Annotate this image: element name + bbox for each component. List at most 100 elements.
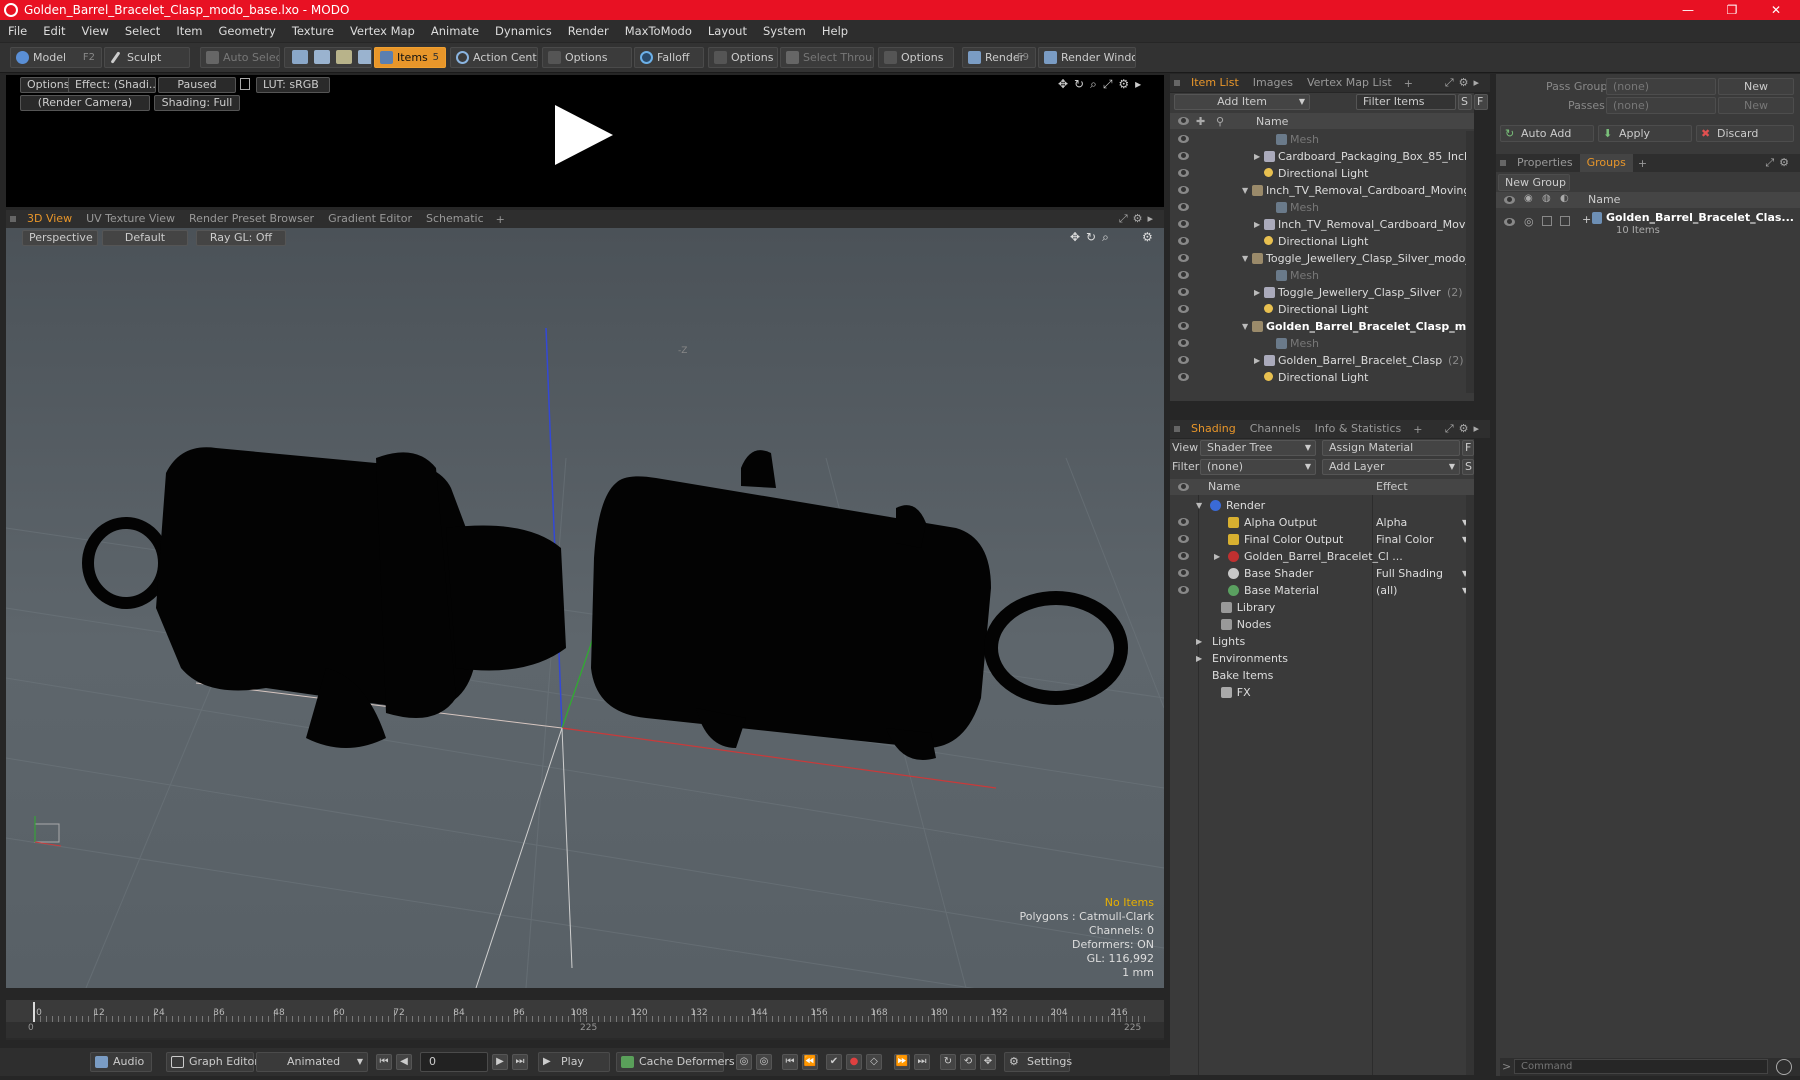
preview-nav-icons[interactable]: ✥↻⌕⤢⚙▸	[1058, 77, 1147, 92]
expand-arrow-icon[interactable]: ▶	[1254, 148, 1260, 165]
action-center-options-button[interactable]: Options	[542, 47, 632, 68]
tab-images[interactable]: Images	[1246, 74, 1300, 92]
select-through-button[interactable]: Select Through	[780, 47, 874, 68]
collapse-arrow-icon[interactable]: ▼	[1242, 318, 1248, 335]
tab-schematic[interactable]: Schematic	[419, 210, 491, 228]
visibility-eye-icon[interactable]	[1178, 237, 1189, 245]
menu-system[interactable]: System	[755, 20, 814, 42]
shader-effect[interactable]: Final Color	[1376, 531, 1434, 548]
shading-s-button[interactable]: S	[1462, 459, 1474, 475]
loop-icon[interactable]: ↻	[940, 1054, 956, 1070]
visibility-eye-icon[interactable]	[1178, 569, 1189, 577]
item-row[interactable]: ▶ Toggle_Jewellery_Clasp_Silver (2)	[1170, 284, 1470, 301]
item-row[interactable]: Directional Light	[1170, 165, 1470, 182]
tab-gradient-editor[interactable]: Gradient Editor	[321, 210, 419, 228]
expand-arrow-icon[interactable]: ▶	[1254, 284, 1260, 301]
edges-mode-icon[interactable]	[314, 50, 330, 64]
menu-item[interactable]: Item	[168, 20, 210, 42]
expand-arrow-icon[interactable]: ▶	[1254, 352, 1260, 369]
menu-dynamics[interactable]: Dynamics	[487, 20, 560, 42]
record-icon[interactable]: ●	[846, 1054, 862, 1070]
item-row[interactable]: ▶ Cardboard_Packaging_Box_85_Inch_...	[1170, 148, 1470, 165]
render-window-button[interactable]: Render Window	[1038, 47, 1136, 68]
prev-frame-icon[interactable]: ⏮	[782, 1054, 798, 1070]
tab-info-statistics[interactable]: Info & Statistics	[1308, 420, 1409, 438]
add-tab-button[interactable]: +	[1399, 77, 1418, 90]
lock-icon[interactable]	[240, 78, 250, 90]
tab-channels[interactable]: Channels	[1243, 420, 1308, 438]
graph-editor-button[interactable]: Graph Editor	[166, 1052, 259, 1072]
shader-row[interactable]: Library	[1170, 599, 1472, 616]
render-camera-dropdown[interactable]: (Render Camera)	[20, 95, 150, 111]
assign-material-button[interactable]: Assign Material	[1322, 440, 1460, 456]
expand-arrow-icon[interactable]: ▶	[1196, 650, 1202, 667]
key-tool-icon-2[interactable]: ◎	[756, 1054, 772, 1070]
itemlist-scrollbar[interactable]	[1466, 131, 1474, 393]
close-button[interactable]: ✕	[1754, 0, 1798, 20]
group-lock-checkbox[interactable]	[1542, 216, 1552, 226]
timeline-ruler[interactable]: 0 12 24 36 48 60 72 84 96 108 120 132 144 156 168 180 19…	[6, 1000, 1164, 1022]
action-center-button[interactable]: Action Center	[450, 47, 538, 68]
menu-layout[interactable]: Layout	[700, 20, 755, 42]
set-key-icon[interactable]: ✔	[826, 1054, 842, 1070]
viewport-nav-icons[interactable]: ✥↻⌕	[1070, 230, 1115, 245]
menu-vertex-map[interactable]: Vertex Map	[342, 20, 423, 42]
preview-effect-dropdown[interactable]: Effect: (Shadi...	[68, 77, 156, 93]
shader-tree-dropdown[interactable]: Shader Tree ▼	[1200, 440, 1316, 456]
lut-dropdown[interactable]: LUT: sRGB	[256, 77, 330, 93]
add-layer-dropdown[interactable]: Add Layer ▼	[1322, 459, 1460, 475]
goto-end-button[interactable]: ⏭	[512, 1054, 528, 1070]
group-render-icon[interactable]: ◎	[1524, 215, 1534, 228]
tab-3d-view[interactable]: 3D View	[20, 210, 79, 228]
new-pass-button[interactable]: New	[1718, 97, 1794, 114]
filter-dropdown[interactable]: (none) ▼	[1200, 459, 1316, 475]
tools-icon[interactable]: ✥	[980, 1054, 996, 1070]
item-row[interactable]: ▶ Golden_Barrel_Bracelet_Clasp (2)	[1170, 352, 1470, 369]
tab-vertex-map-list[interactable]: Vertex Map List	[1300, 74, 1399, 92]
group-row[interactable]: ◎ + Golden_Barrel_Bracelet_Clas... 10 It…	[1496, 210, 1800, 240]
audio-button[interactable]: Audio	[90, 1052, 152, 1072]
collapse-arrow-icon[interactable]: ▼	[1196, 497, 1202, 514]
new-group-button[interactable]: New Group	[1498, 174, 1570, 191]
filter-items-input[interactable]: Filter Items	[1356, 94, 1456, 110]
visibility-eye-icon[interactable]	[1178, 305, 1189, 313]
sync-icon[interactable]: ⟲	[960, 1054, 976, 1070]
tab-item-list[interactable]: Item List	[1184, 74, 1246, 92]
apply-button[interactable]: ⬇ Apply	[1598, 125, 1692, 142]
shader-row[interactable]: ▶ Lights	[1170, 633, 1472, 650]
collapse-arrow-icon[interactable]: ▼	[1242, 250, 1248, 267]
visibility-eye-icon[interactable]	[1178, 339, 1189, 347]
viewport-settings-icon[interactable]: ⚙	[1142, 230, 1153, 244]
expand-arrow-icon[interactable]: ▶	[1214, 548, 1220, 565]
shader-effect[interactable]: (all)	[1376, 582, 1397, 599]
auto-add-button[interactable]: ↻ Auto Add	[1500, 125, 1594, 142]
minimize-button[interactable]: —	[1666, 0, 1710, 20]
item-filter-f-button[interactable]: F	[1474, 94, 1488, 110]
falloff-options-button[interactable]: Options	[708, 47, 778, 68]
shader-row[interactable]: Bake Items	[1170, 667, 1472, 684]
command-input[interactable]	[1514, 1059, 1768, 1074]
next-frame-icon[interactable]: ⏭	[914, 1054, 930, 1070]
visibility-eye-icon[interactable]	[1178, 186, 1189, 194]
tab-shading[interactable]: Shading	[1184, 420, 1243, 438]
tab-properties[interactable]: Properties	[1510, 154, 1580, 172]
add-item-button[interactable]: Add Item ▼	[1174, 94, 1310, 110]
discard-button[interactable]: ✖ Discard	[1696, 125, 1794, 142]
raygl-dropdown[interactable]: Ray GL: Off	[196, 230, 286, 246]
render-button[interactable]: Render F9	[962, 47, 1036, 68]
groups-panel-icons[interactable]: ⤢⚙	[1765, 156, 1794, 170]
group-select-checkbox[interactable]	[1560, 216, 1570, 226]
item-row[interactable]: Mesh	[1170, 267, 1470, 284]
frame-field[interactable]: 0	[420, 1052, 488, 1072]
visibility-eye-icon[interactable]	[1178, 518, 1189, 526]
maximize-button[interactable]: ❐	[1710, 0, 1754, 20]
menu-geometry[interactable]: Geometry	[211, 20, 284, 42]
itemlist-panel-icons[interactable]: ⤢⚙▸	[1445, 76, 1484, 90]
tab-uv-texture-view[interactable]: UV Texture View	[79, 210, 182, 228]
shader-row[interactable]: Alpha OutputAlpha▼	[1170, 514, 1472, 531]
menu-view[interactable]: View	[74, 20, 117, 42]
shader-row[interactable]: ▼ Render	[1170, 497, 1472, 514]
item-row[interactable]: ▶ Inch_TV_Removal_Cardboard_Moving...	[1170, 216, 1470, 233]
item-row[interactable]: Directional Light	[1170, 233, 1470, 250]
animated-dropdown[interactable]: Animated ▼	[256, 1052, 368, 1072]
